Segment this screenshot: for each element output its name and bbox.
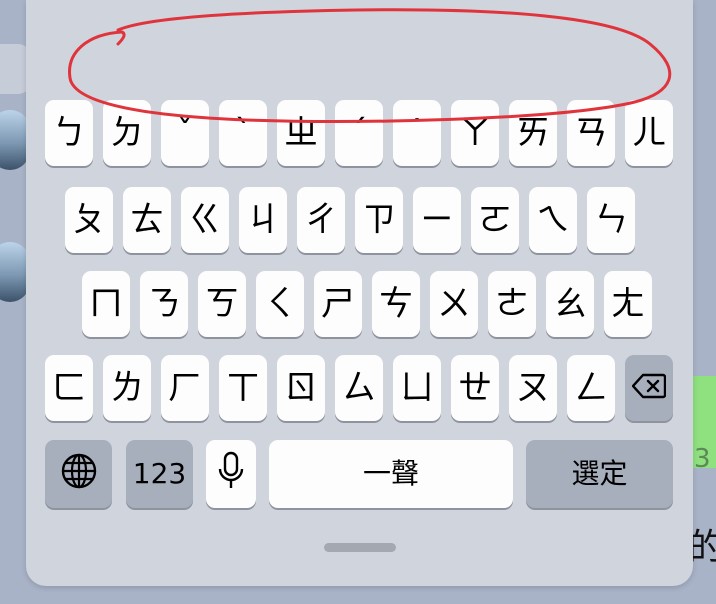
space-label: 一聲 [362, 457, 419, 490]
key-label: ˊ [350, 113, 368, 153]
key-tone[interactable]: ˊ [335, 100, 383, 166]
key-zhuyin[interactable]: ㄗ [355, 187, 403, 253]
key-label: ㄗ [362, 200, 396, 240]
key-label: ㄜ [495, 284, 529, 324]
key-label: ㄟ [536, 200, 570, 240]
key-zhuyin[interactable]: ㄝ [451, 355, 499, 421]
key-zhuyin[interactable]: ㄠ [546, 271, 594, 337]
key-label: ㄑ [263, 284, 297, 324]
key-tone[interactable]: ˇ [161, 100, 209, 166]
key-label: ㄧ [420, 200, 454, 240]
key-zhuyin[interactable]: ㄒ [219, 355, 267, 421]
key-zhuyin[interactable]: ㄢ [567, 100, 615, 166]
delete-backspace-icon [631, 371, 667, 405]
key-zhuyin[interactable]: ㄙ [335, 355, 383, 421]
key-label: ㄈ [52, 368, 86, 408]
key-label: ㄌ [110, 368, 144, 408]
key-zhuyin[interactable]: ㄦ [625, 100, 673, 166]
key-label: ㄚ [458, 113, 492, 153]
key-zhuyin[interactable]: ㄏ [161, 355, 209, 421]
key-zhuyin[interactable]: ㄔ [297, 187, 345, 253]
dictation-button[interactable] [206, 440, 256, 508]
key-tone[interactable]: ˋ [219, 100, 267, 166]
key-label: ㄛ [478, 200, 512, 240]
space-button[interactable]: 一聲 [269, 440, 513, 508]
key-zhuyin[interactable]: ㄟ [529, 187, 577, 253]
confirm-button[interactable]: 選定 [526, 440, 673, 508]
key-zhuyin[interactable]: ㄅ [45, 100, 93, 166]
key-label: ㄞ [516, 113, 550, 153]
key-label: ㄍ [188, 200, 222, 240]
key-label: ㄙ [342, 368, 376, 408]
confirm-label: 選定 [571, 457, 628, 490]
key-label: ㄓ [284, 113, 318, 153]
key-label: ˇ [176, 113, 194, 153]
key-zhuyin[interactable]: ㄣ [587, 187, 635, 253]
key-label: ㄨ [437, 284, 471, 324]
numbers-label: 123 [132, 457, 187, 490]
key-zhuyin[interactable]: ㄌ [103, 355, 151, 421]
zhuyin-keyboard: ㄅ ㄉ ˇ ˋ ㄓ ˊ ˙ ㄚ ㄞ ㄢ ㄦ ㄆ ㄊ ㄍ ㄐ ㄔ ㄗ ㄧ ㄛ ㄟ … [26, 0, 693, 586]
key-zhuyin[interactable]: ㄜ [488, 271, 536, 337]
key-label: ㄡ [516, 368, 550, 408]
key-zhuyin[interactable]: ㄡ [509, 355, 557, 421]
candidate-bar [26, 0, 693, 92]
key-label: ㄔ [304, 200, 338, 240]
key-label: ㄕ [321, 284, 355, 324]
key-label: ㄎ [205, 284, 239, 324]
key-label: ㄠ [553, 284, 587, 324]
key-label: ㄦ [632, 113, 666, 153]
key-zhuyin[interactable]: ㄍ [181, 187, 229, 253]
key-label: ㄢ [574, 113, 608, 153]
key-label: ㄋ [147, 284, 181, 324]
key-label: ˋ [234, 113, 252, 153]
key-zhuyin[interactable]: ㄨ [430, 271, 478, 337]
key-zhuyin[interactable]: ㄚ [451, 100, 499, 166]
microphone-icon [218, 451, 244, 497]
key-zhuyin[interactable]: ㄕ [314, 271, 362, 337]
key-zhuyin[interactable]: ㄛ [471, 187, 519, 253]
key-zhuyin[interactable]: ㄩ [393, 355, 441, 421]
key-label: ㄣ [594, 200, 628, 240]
key-label: ㄆ [72, 200, 106, 240]
key-label: ㄤ [611, 284, 645, 324]
key-zhuyin[interactable]: ㄇ [82, 271, 130, 337]
key-label: ㄐ [246, 200, 280, 240]
key-zhuyin[interactable]: ㄑ [256, 271, 304, 337]
delete-button[interactable] [625, 355, 673, 421]
key-zhuyin[interactable]: ㄧ [413, 187, 461, 253]
key-zhuyin[interactable]: ㄤ [604, 271, 652, 337]
key-zhuyin[interactable]: ㄎ [198, 271, 246, 337]
key-label: ㄖ [284, 368, 318, 408]
key-label: ㄘ [379, 284, 413, 324]
key-zhuyin[interactable]: ㄥ [567, 355, 615, 421]
key-zhuyin[interactable]: ㄊ [123, 187, 171, 253]
key-zhuyin[interactable]: ㄐ [239, 187, 287, 253]
key-label: ㄅ [52, 113, 86, 153]
message-partial-text: 3 [694, 444, 711, 474]
key-zhuyin[interactable]: ㄈ [45, 355, 93, 421]
key-label: ˙ [408, 113, 426, 153]
keyboard-grabber [324, 543, 396, 552]
globe-button[interactable] [45, 440, 112, 508]
key-zhuyin[interactable]: ㄉ [103, 100, 151, 166]
key-zhuyin[interactable]: ㄖ [277, 355, 325, 421]
key-label: ㄒ [226, 368, 260, 408]
key-label: ㄏ [168, 368, 202, 408]
key-zhuyin[interactable]: ㄞ [509, 100, 557, 166]
key-label: ㄊ [130, 200, 164, 240]
key-label: ㄥ [574, 368, 608, 408]
key-label: ㄇ [89, 284, 123, 324]
numbers-button[interactable]: 123 [126, 440, 193, 508]
key-label: ㄝ [458, 368, 492, 408]
key-label: ㄩ [400, 368, 434, 408]
key-zhuyin[interactable]: ㄘ [372, 271, 420, 337]
key-zhuyin[interactable]: ㄆ [65, 187, 113, 253]
globe-icon [60, 452, 98, 496]
key-tone[interactable]: ˙ [393, 100, 441, 166]
key-label: ㄉ [110, 113, 144, 153]
key-zhuyin[interactable]: ㄋ [140, 271, 188, 337]
key-zhuyin[interactable]: ㄓ [277, 100, 325, 166]
